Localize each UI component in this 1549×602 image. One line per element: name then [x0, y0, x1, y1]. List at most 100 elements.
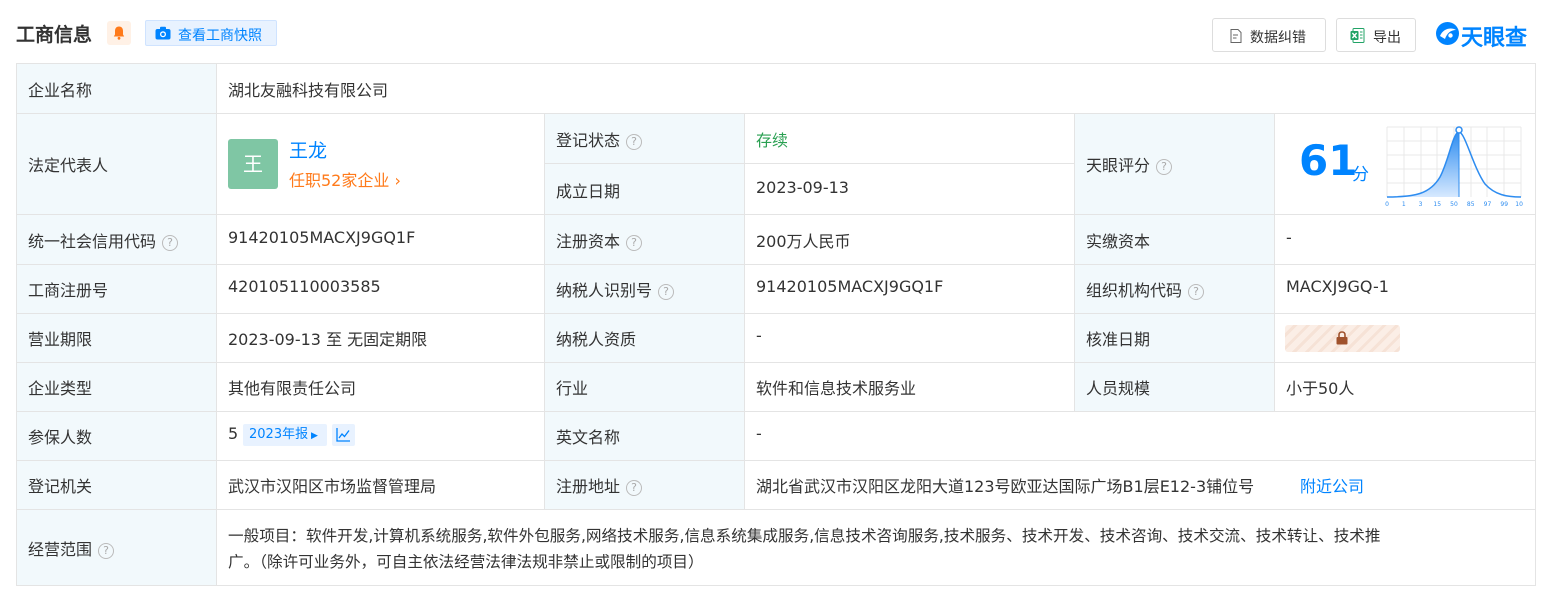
- score-label: 天眼评分: [1086, 156, 1151, 175]
- excel-icon: [1350, 28, 1365, 43]
- section-title: 工商信息: [16, 24, 93, 46]
- reg-status-cell: 存续: [745, 114, 1075, 164]
- scope-line-2: 广。（除许可业务外，可自主依法经营法律法规非禁止或限制的项目）: [228, 553, 704, 571]
- logo-text: 天眼查: [1461, 26, 1528, 51]
- chevron-right-icon: ›: [389, 171, 401, 190]
- insured-label-cell: 参保人数: [17, 412, 217, 461]
- insured-cell: 5 2023年报 ▶: [217, 412, 545, 461]
- data-correction-button[interactable]: 数据纠错: [1212, 18, 1326, 52]
- score-axis-tick: 0: [1385, 201, 1389, 208]
- taxpayer-qual-label-cell: 纳税人资质: [545, 314, 745, 363]
- legal-rep-jobs-label: 任职52家企业: [289, 171, 390, 190]
- en-name-cell: -: [745, 412, 1535, 461]
- approve-date-label-cell: 核准日期: [1075, 314, 1275, 363]
- bell-icon: [113, 26, 125, 40]
- legal-rep-label: 法定代表人: [28, 156, 109, 175]
- industry-label-cell: 行业: [545, 363, 745, 412]
- help-icon[interactable]: ?: [626, 235, 643, 251]
- score-axis-tick: 97: [1484, 201, 1492, 208]
- industry-value: 软件和信息技术服务业: [756, 379, 917, 398]
- address-label-cell: 注册地址?: [545, 461, 745, 510]
- org-code-value: MACXJ9GQ-1: [1286, 277, 1389, 296]
- scope-label-cell: 经营范围?: [17, 510, 217, 585]
- help-icon[interactable]: ?: [162, 235, 179, 251]
- paid-capital-value: -: [1286, 228, 1292, 247]
- score-value: 61: [1299, 136, 1358, 185]
- caret-right-icon: ▶: [308, 431, 318, 441]
- paid-capital-cell: -: [1275, 215, 1535, 265]
- legal-rep-cell: 王 王龙 任职52家企业 ›: [217, 114, 545, 215]
- legal-rep-name-link[interactable]: 王龙: [289, 136, 327, 163]
- score-cell[interactable]: 61 分 0 1 3 15 50 85 97 99 100: [1275, 114, 1535, 215]
- avatar[interactable]: 王: [228, 139, 278, 189]
- term-value: 2023-09-13 至 无固定期限: [228, 330, 428, 349]
- biz-reg-no-label: 工商注册号: [28, 281, 109, 300]
- export-button[interactable]: 导出: [1336, 18, 1416, 52]
- reg-status-label-cell: 登记状态?: [545, 114, 745, 164]
- type-label: 企业类型: [28, 379, 93, 398]
- camera-icon: [155, 26, 171, 40]
- tianyancha-logo: 天眼查: [1435, 19, 1540, 51]
- en-name-label: 英文名称: [556, 428, 621, 447]
- industry-cell: 软件和信息技术服务业: [745, 363, 1075, 412]
- org-code-label: 组织机构代码: [1086, 281, 1183, 300]
- header-bar: 工商信息 查看工商快照 数据纠错 导出 天眼查: [0, 0, 1549, 64]
- legal-rep-label-cell: 法定代表人: [17, 114, 217, 215]
- en-name-value: -: [756, 424, 762, 443]
- export-label: 导出: [1373, 30, 1401, 46]
- help-icon[interactable]: ?: [1156, 159, 1173, 175]
- score-axis-tick: 85: [1467, 201, 1475, 208]
- scope-line-1: 一般项目：软件开发,计算机系统服务,软件外包服务,网络技术服务,信息系统集成服务…: [228, 527, 1381, 545]
- approve-date-cell: [1275, 314, 1535, 363]
- help-icon[interactable]: ?: [98, 543, 115, 559]
- reg-status-label: 登记状态: [556, 131, 621, 150]
- org-code-label-cell: 组织机构代码?: [1075, 265, 1275, 314]
- follow-bell-button[interactable]: [107, 21, 131, 45]
- view-snapshot-button[interactable]: 查看工商快照: [145, 20, 277, 46]
- staff-label-cell: 人员规模: [1075, 363, 1275, 412]
- reg-capital-cell: 200万人民币: [745, 215, 1075, 265]
- business-info-table: 企业名称 湖北友融科技有限公司 法定代表人 王 王龙 任职52家企业 › 登记状…: [16, 63, 1536, 586]
- company-name-label-cell: 企业名称: [17, 64, 217, 114]
- score-distribution-chart: 0 1 3 15 50 85 97 99 100: [1385, 126, 1523, 208]
- address-cell: 湖北省武汉市汉阳区龙阳大道123号欧亚达国际广场B1层E12-3铺位号 附近公司: [745, 461, 1535, 510]
- company-name-cell: 湖北友融科技有限公司: [217, 64, 1535, 114]
- paid-capital-label-cell: 实缴资本: [1075, 215, 1275, 265]
- biz-reg-no-cell: 420105110003585: [217, 265, 545, 314]
- term-label: 营业期限: [28, 330, 93, 349]
- founded-label-cell: 成立日期: [545, 164, 745, 215]
- industry-label: 行业: [556, 379, 589, 398]
- data-correction-label: 数据纠错: [1250, 30, 1306, 46]
- founded-value: 2023-09-13: [756, 178, 849, 197]
- help-icon[interactable]: ?: [1188, 284, 1205, 300]
- authority-label: 登记机关: [28, 477, 93, 496]
- credit-code-label: 统一社会信用代码: [28, 232, 157, 251]
- authority-value: 武汉市汉阳区市场监督管理局: [228, 477, 437, 496]
- locked-value-button[interactable]: [1285, 325, 1400, 352]
- insured-value: 5: [228, 424, 239, 443]
- taxpayer-id-label: 纳税人识别号: [556, 281, 653, 300]
- legal-rep-jobs-link[interactable]: 任职52家企业 ›: [289, 167, 401, 191]
- trend-chart-button[interactable]: [332, 424, 355, 446]
- score-label-cell: 天眼评分?: [1075, 114, 1275, 215]
- score-unit: 分: [1352, 165, 1369, 185]
- score-axis-tick: 50: [1450, 201, 1458, 208]
- help-icon[interactable]: ?: [626, 134, 643, 150]
- term-cell: 2023-09-13 至 无固定期限: [217, 314, 545, 363]
- help-icon[interactable]: ?: [658, 284, 675, 300]
- taxpayer-id-cell: 91420105MACXJ9GQ1F: [745, 265, 1075, 314]
- scope-cell: 一般项目：软件开发,计算机系统服务,软件外包服务,网络技术服务,信息系统集成服务…: [217, 510, 1535, 585]
- tianyancha-logo-icon: [1436, 22, 1459, 45]
- credit-code-label-cell: 统一社会信用代码?: [17, 215, 217, 265]
- annual-report-tag[interactable]: 2023年报 ▶: [243, 424, 327, 446]
- address-value: 湖北省武汉市汉阳区龙阳大道123号欧亚达国际广场B1层E12-3铺位号: [756, 477, 1255, 496]
- nearby-companies-link[interactable]: 附近公司: [1300, 473, 1364, 497]
- help-icon[interactable]: ?: [626, 480, 643, 496]
- credit-code-cell: 91420105MACXJ9GQ1F: [217, 215, 545, 265]
- insured-label: 参保人数: [28, 428, 93, 447]
- annual-report-label: 2023年报: [249, 427, 309, 442]
- staff-value: 小于50人: [1286, 379, 1355, 398]
- reg-capital-label: 注册资本: [556, 232, 621, 251]
- taxpayer-qual-cell: -: [745, 314, 1075, 363]
- edit-doc-icon: [1230, 29, 1242, 43]
